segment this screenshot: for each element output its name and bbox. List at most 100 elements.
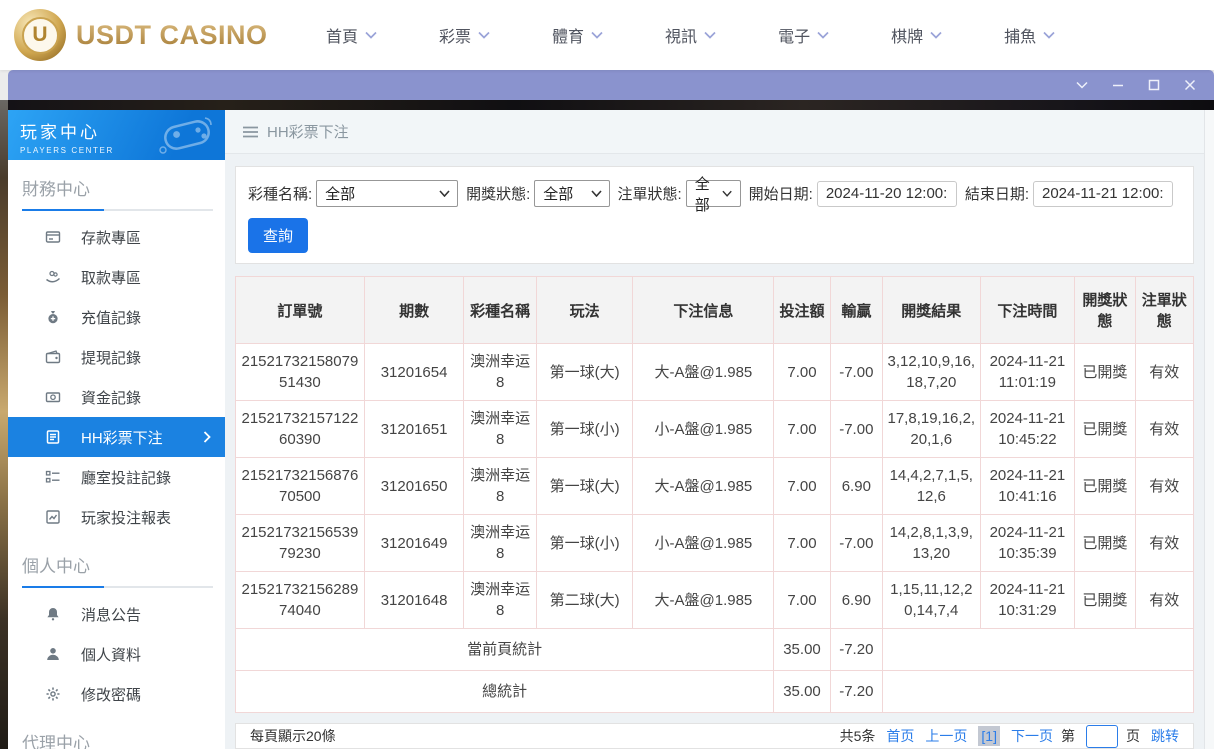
sidebar-item[interactable]: 取款專區 bbox=[8, 257, 225, 297]
deposit-icon bbox=[44, 229, 62, 245]
draw-result-cell: 17,8,19,16,2,20,1,6 bbox=[881, 400, 981, 458]
first-page-link[interactable]: 首页 bbox=[886, 726, 914, 746]
chevron-down-icon bbox=[722, 190, 733, 197]
page-size-text: 每頁顯示20條 bbox=[250, 728, 336, 744]
scrollbar[interactable] bbox=[1204, 110, 1214, 749]
period-cell: 31201650 bbox=[363, 457, 465, 515]
main-content: HH彩票下注 彩種名稱: 全部 開獎狀態: 全部 注單狀態: 全部 開始日期: … bbox=[225, 110, 1204, 749]
bet-info-cell: 大-A盤@1.985 bbox=[632, 343, 775, 401]
bet-amount-cell: 7.00 bbox=[773, 400, 831, 458]
column-header: 開獎狀態 bbox=[1074, 276, 1136, 344]
chevron-down-icon bbox=[439, 190, 450, 197]
start-date-label: 開始日期: bbox=[748, 186, 813, 203]
sidebar-section-title: 個人中心 bbox=[22, 557, 90, 576]
nav-item[interactable]: 棋牌 bbox=[891, 23, 942, 47]
nav-item[interactable]: 視訊 bbox=[665, 23, 716, 47]
window-minimize-button[interactable] bbox=[1100, 70, 1136, 100]
window-chevron-down-button[interactable] bbox=[1064, 70, 1100, 100]
menu-icon[interactable] bbox=[243, 126, 258, 138]
order-status-value: 全部 bbox=[694, 175, 710, 214]
current-page-indicator: [1] bbox=[978, 726, 1000, 746]
search-button[interactable]: 查詢 bbox=[248, 218, 309, 253]
end-date-label: 結束日期: bbox=[964, 186, 1029, 203]
bets-table-panel: 訂單號 期數 彩種名稱 玩法 下注信息 投注額 輸贏 開獎結果 下注時間 開獎狀態 注單狀態 215… bbox=[234, 276, 1195, 713]
chevron-down-icon bbox=[1076, 81, 1088, 89]
column-header: 輸贏 bbox=[829, 276, 883, 344]
lottery-name-label: 彩種名稱: bbox=[248, 186, 313, 203]
end-date-input[interactable] bbox=[1033, 180, 1173, 207]
sidebar-item[interactable]: 充值記錄 bbox=[8, 297, 225, 337]
order-status-label: 注單狀態: bbox=[617, 186, 682, 203]
bets-table: 訂單號 期數 彩種名稱 玩法 下注信息 投注額 輸贏 開獎結果 下注時間 開獎狀態 注單狀態 215… bbox=[234, 276, 1195, 713]
sidebar-item[interactable]: 存款專區 bbox=[8, 217, 225, 257]
bet-time-cell: 2024-11-21 10:45:22 bbox=[979, 400, 1076, 458]
nav-item[interactable]: 體育 bbox=[552, 23, 603, 47]
sidebar-item[interactable]: 修改密碼 bbox=[8, 674, 225, 714]
sidebar-item-label: 消息公告 bbox=[81, 606, 142, 624]
withdraw-icon bbox=[44, 269, 62, 285]
sidebar-section-title: 代理中心 bbox=[22, 734, 90, 749]
order-id-cell: 2152173215628974040 bbox=[235, 571, 365, 629]
window-maximize-button[interactable] bbox=[1136, 70, 1172, 100]
winloss-cell: -7.00 bbox=[829, 343, 883, 401]
column-header: 開獎結果 bbox=[881, 276, 981, 344]
page-title: HH彩票下注 bbox=[267, 124, 349, 141]
sidebar: 玩家中心 PLAYERS CENTER 財務中心 存款專區 取款專區 充值記錄 … bbox=[8, 110, 225, 749]
nav-item-label: 電子 bbox=[778, 29, 811, 46]
prev-page-link[interactable]: 上一页 bbox=[925, 726, 967, 746]
lottery-name-select[interactable]: 全部 bbox=[316, 180, 459, 207]
draw-result-cell: 14,2,8,1,3,9,13,20 bbox=[881, 514, 981, 572]
brand-logo[interactable]: U USDT CASINO bbox=[14, 9, 270, 61]
total-count-text: 共5条 bbox=[839, 728, 876, 744]
column-header: 注單狀態 bbox=[1134, 276, 1195, 344]
nav-item[interactable]: 首頁 bbox=[326, 23, 377, 47]
nav-item-label: 體育 bbox=[552, 29, 585, 46]
sidebar-item[interactable]: 個人資料 bbox=[8, 634, 225, 674]
sidebar-item[interactable]: 提現記錄 bbox=[8, 337, 225, 377]
period-cell: 31201649 bbox=[363, 514, 465, 572]
order-status-cell: 有效 bbox=[1134, 400, 1195, 458]
next-page-link[interactable]: 下一页 bbox=[1011, 726, 1053, 746]
order-id-cell: 2152173215653979230 bbox=[235, 514, 365, 572]
summary-empty-cell bbox=[881, 670, 1195, 713]
winloss-cell: -7.00 bbox=[829, 514, 883, 572]
table-row: 2152173215687670500 31201650 澳洲幸运8 第一球(大) 大-… bbox=[235, 457, 1195, 515]
column-header: 訂單號 bbox=[235, 276, 365, 344]
logo-letter: U bbox=[21, 16, 59, 54]
playtype-cell: 第二球(大) bbox=[535, 571, 634, 629]
sidebar-item[interactable]: HH彩票下注 bbox=[8, 417, 225, 457]
lottery-name-cell: 澳洲幸运8 bbox=[463, 514, 537, 572]
sidebar-item[interactable]: 資金記錄 bbox=[8, 377, 225, 417]
nav-item[interactable]: 捕魚 bbox=[1004, 23, 1055, 47]
chevron-down-icon bbox=[930, 31, 942, 39]
sidebar-item[interactable]: 廳室投註記錄 bbox=[8, 457, 225, 497]
bet-amount-cell: 7.00 bbox=[773, 514, 831, 572]
jump-button[interactable]: 跳转 bbox=[1151, 726, 1179, 746]
chevron-down-icon bbox=[1043, 31, 1055, 39]
chevron-down-icon bbox=[590, 190, 602, 197]
grand-summary-row: 總統計 35.00 -7.20 bbox=[234, 670, 1195, 713]
draw-status-value: 全部 bbox=[543, 186, 574, 203]
sidebar-item[interactable]: 玩家投注報表 bbox=[8, 497, 225, 537]
chevron-down-icon bbox=[365, 31, 377, 39]
bet-report-icon bbox=[44, 509, 62, 525]
section-divider bbox=[22, 586, 213, 588]
order-id-cell: 2152173215687670500 bbox=[235, 457, 365, 515]
table-row: 2152173215807951430 31201654 澳洲幸运8 第一球(大) 大-… bbox=[235, 343, 1195, 401]
chevron-right-icon bbox=[203, 431, 211, 443]
nav-item[interactable]: 彩票 bbox=[439, 23, 490, 47]
draw-status-select[interactable]: 全部 bbox=[534, 180, 610, 207]
start-date-input[interactable] bbox=[816, 180, 957, 207]
playtype-cell: 第一球(大) bbox=[535, 457, 634, 515]
nav-item[interactable]: 電子 bbox=[778, 23, 829, 47]
background-banner-strip bbox=[8, 100, 1214, 110]
bet-info-cell: 大-A盤@1.985 bbox=[632, 571, 775, 629]
logo-coin-icon: U bbox=[14, 9, 66, 61]
sidebar-item-label: 玩家投注報表 bbox=[81, 509, 172, 527]
page-jump-input[interactable] bbox=[1086, 724, 1118, 748]
window-close-button[interactable] bbox=[1172, 70, 1208, 100]
sidebar-item-label: 提現記錄 bbox=[81, 349, 142, 367]
sidebar-item[interactable]: 消息公告 bbox=[8, 594, 225, 634]
order-status-select[interactable]: 全部 bbox=[685, 176, 741, 214]
chevron-down-icon bbox=[478, 31, 490, 39]
